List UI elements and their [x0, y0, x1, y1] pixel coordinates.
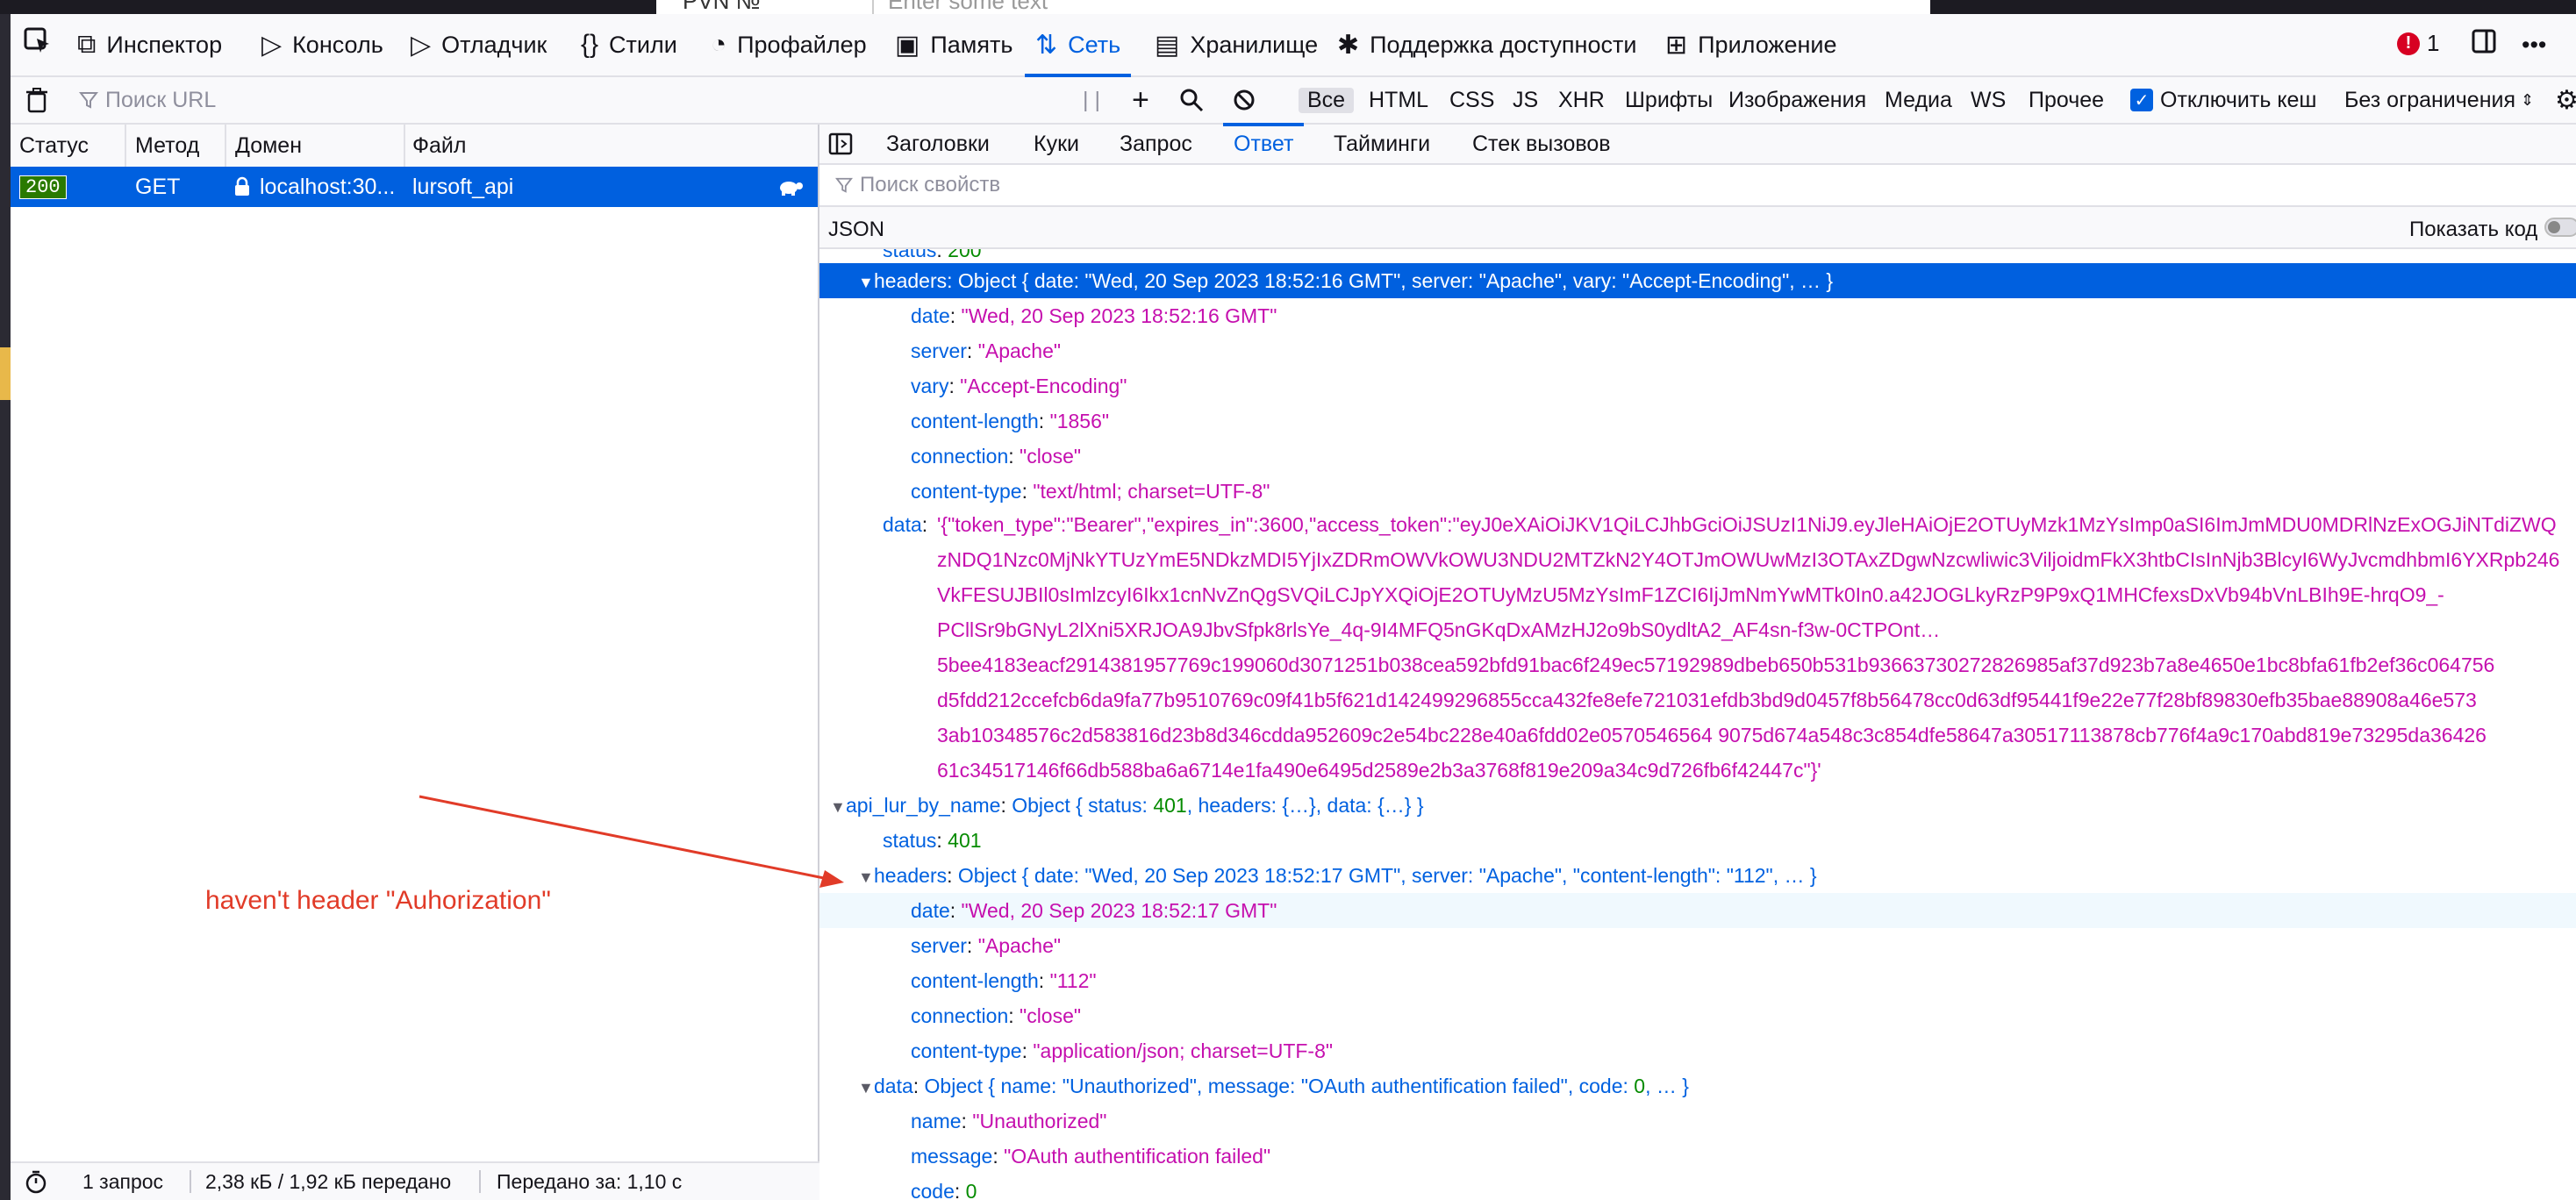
annotation-arrow-icon — [419, 795, 844, 888]
